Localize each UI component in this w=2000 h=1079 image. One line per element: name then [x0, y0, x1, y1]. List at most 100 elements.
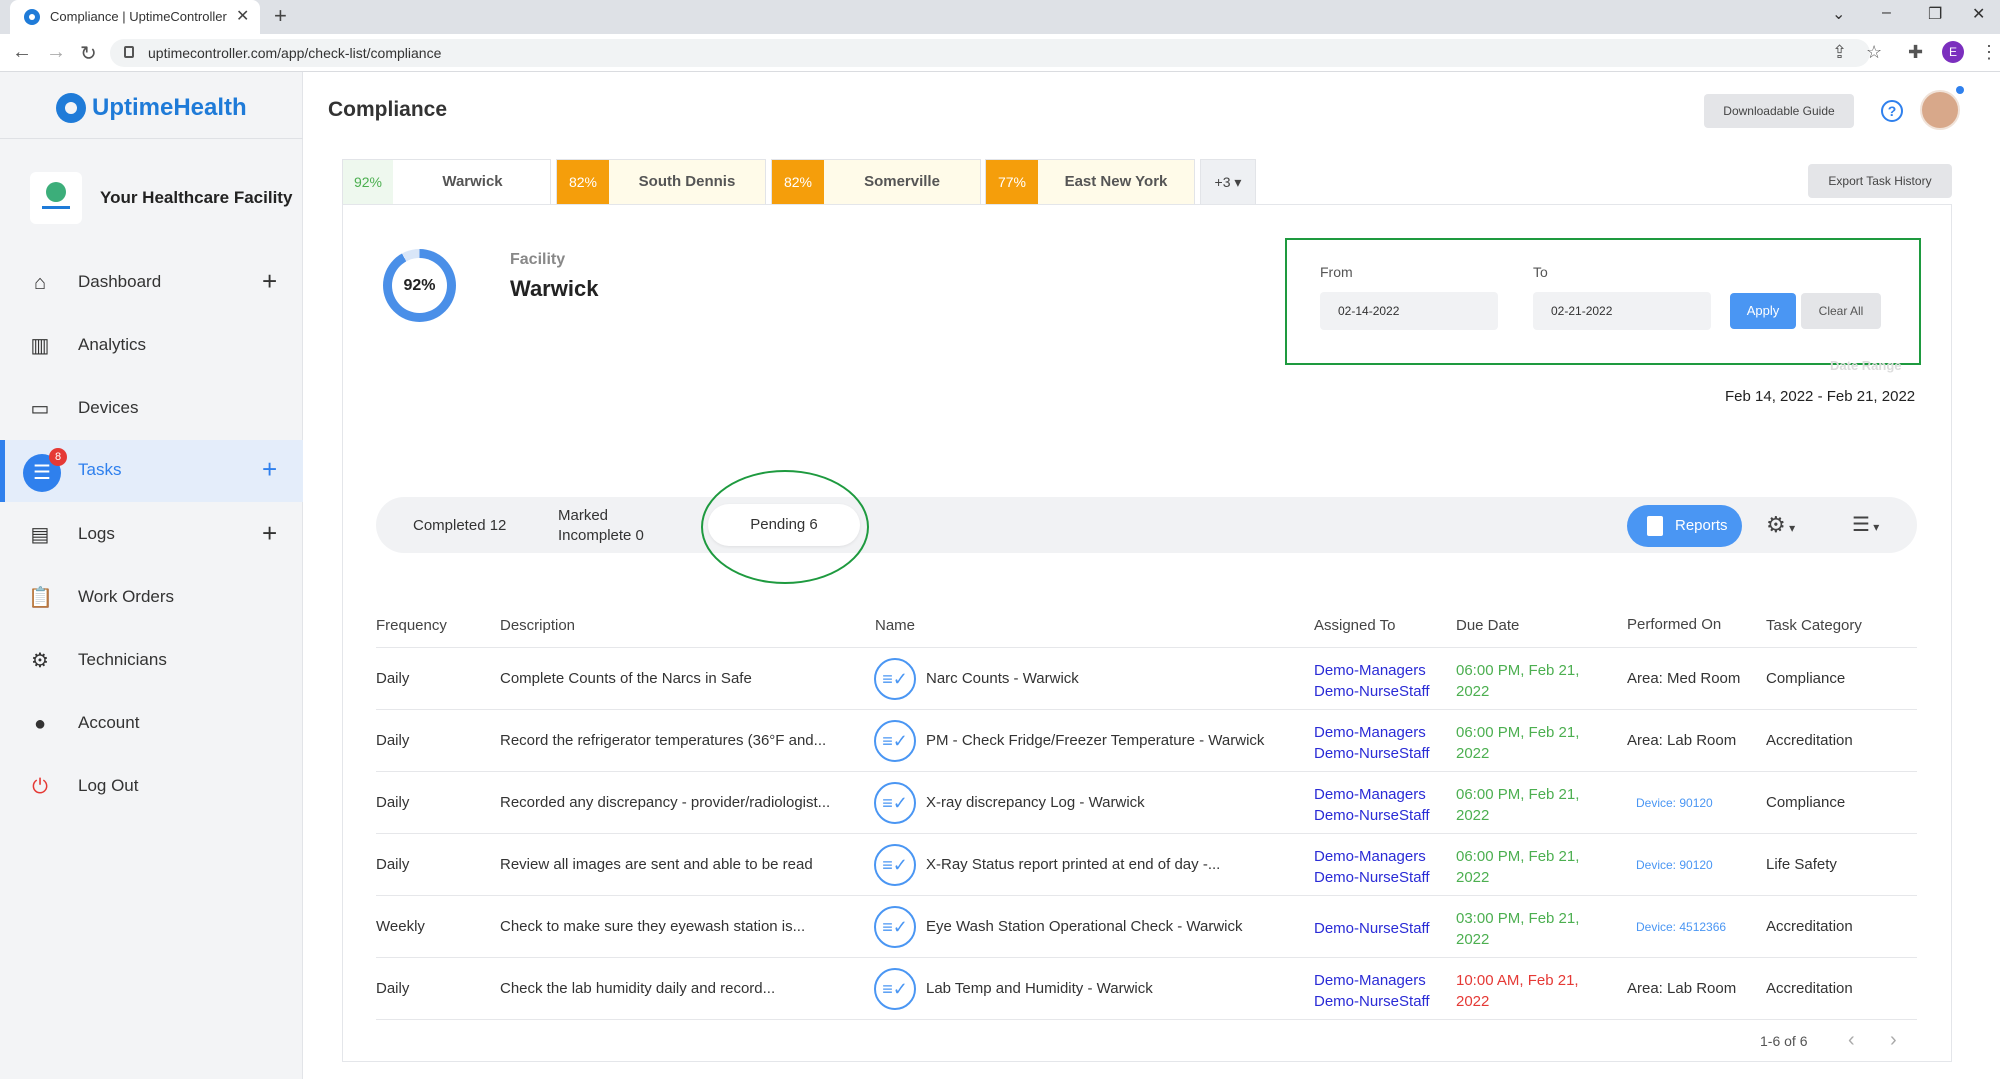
performed-on-device-link[interactable]: Device: 90120	[1636, 796, 1713, 810]
sidebar-item-logs[interactable]: ▤ Logs +	[0, 504, 303, 566]
assignee[interactable]: Demo-Managers	[1314, 786, 1426, 803]
clear-all-button[interactable]: Clear All	[1801, 293, 1881, 329]
apply-button[interactable]: Apply	[1730, 293, 1796, 329]
facility-tab-east-new-york[interactable]: 77% East New York	[985, 159, 1195, 205]
facility-tab-somerville[interactable]: 82% Somerville	[771, 159, 981, 205]
restore-icon[interactable]: ❐	[1928, 4, 1942, 24]
filter-dropdown[interactable]: ☰ ▾	[1852, 512, 1879, 537]
task-checklist-icon[interactable]: ≡✓	[874, 844, 916, 886]
to-date-input[interactable]	[1533, 292, 1711, 330]
profile-avatar[interactable]: E	[1942, 41, 1964, 63]
add-task-icon[interactable]: +	[262, 454, 277, 485]
tab-search-icon[interactable]: ⌄	[1832, 4, 1845, 24]
performed-on-device-link[interactable]: Device: 90120	[1636, 858, 1713, 872]
assignee[interactable]: Demo-NurseStaff	[1314, 869, 1430, 886]
assigned-to-cell[interactable]: Demo-Managers Demo-NurseStaff	[1314, 660, 1430, 702]
reports-label: Reports	[1675, 517, 1728, 534]
task-checklist-icon[interactable]: ≡✓	[874, 968, 916, 1010]
sidebar-item-work-orders[interactable]: 📋 Work Orders	[0, 567, 303, 629]
sidebar-item-dashboard[interactable]: ⌂ Dashboard +	[0, 252, 303, 314]
sidebar-item-tasks[interactable]: ☰ 8 Tasks +	[0, 440, 303, 502]
menu-dots-icon[interactable]: ⋮	[1980, 42, 1998, 63]
column-header-task-category[interactable]: Task Category	[1766, 617, 1862, 634]
task-checklist-icon[interactable]: ≡✓	[874, 906, 916, 948]
assigned-to-cell[interactable]: Demo-Managers Demo-NurseStaff	[1314, 970, 1430, 1012]
task-checklist-icon[interactable]: ≡✓	[874, 658, 916, 700]
completed-filter[interactable]: Completed 12	[413, 517, 506, 534]
sidebar-item-technicians[interactable]: ⚙ Technicians	[0, 630, 303, 692]
forward-icon[interactable]: →	[46, 41, 66, 64]
previous-page-icon[interactable]: ‹	[1848, 1029, 1855, 1052]
column-header-performed-on[interactable]: Performed On	[1627, 616, 1721, 633]
bookmark-star-icon[interactable]: ☆	[1866, 42, 1882, 63]
task-checklist-icon[interactable]: ≡✓	[874, 720, 916, 762]
column-header-description[interactable]: Description	[500, 617, 575, 634]
assigned-to-cell[interactable]: Demo-Managers Demo-NurseStaff	[1314, 784, 1430, 826]
assignee[interactable]: Demo-NurseStaff	[1314, 745, 1430, 762]
sidebar-item-logout[interactable]: ⏻ Log Out	[0, 756, 303, 818]
assigned-to-cell[interactable]: Demo-Managers Demo-NurseStaff	[1314, 722, 1430, 764]
downloadable-guide-button[interactable]: Downloadable Guide	[1704, 94, 1854, 128]
task-name-cell[interactable]: PM - Check Fridge/Freezer Temperature - …	[926, 732, 1264, 749]
next-page-icon[interactable]: ›	[1890, 1029, 1897, 1052]
assigned-to-cell[interactable]: Demo-NurseStaff	[1314, 918, 1430, 939]
sidebar-item-devices[interactable]: ▭ Devices	[0, 378, 303, 440]
assignee[interactable]: Demo-Managers	[1314, 724, 1426, 741]
export-task-history-button[interactable]: Export Task History	[1808, 164, 1952, 198]
browser-tab[interactable]: Compliance | UptimeController ✕	[10, 0, 260, 34]
close-tab-icon[interactable]: ✕	[236, 6, 249, 26]
due-date-cell: 06:00 PM, Feb 21, 2022	[1456, 722, 1579, 764]
frequency-cell: Weekly	[376, 918, 425, 935]
assignee[interactable]: Demo-Managers	[1314, 662, 1426, 679]
table-row[interactable]: Daily Complete Counts of the Narcs in Sa…	[376, 648, 1917, 710]
facility-tab-warwick[interactable]: 92% Warwick	[342, 159, 551, 205]
address-bar[interactable]: uptimecontroller.com/app/check-list/comp…	[110, 39, 1870, 67]
assignee[interactable]: Demo-Managers	[1314, 972, 1426, 989]
table-row[interactable]: Daily Recorded any discrepancy - provide…	[376, 772, 1917, 834]
add-log-icon[interactable]: +	[262, 518, 277, 549]
task-checklist-icon[interactable]: ≡✓	[874, 782, 916, 824]
sidebar-item-analytics[interactable]: ▥ Analytics	[0, 315, 303, 377]
minimize-icon[interactable]: –	[1882, 4, 1891, 22]
back-icon[interactable]: ←	[12, 41, 32, 64]
assignee[interactable]: Demo-NurseStaff	[1314, 683, 1430, 700]
marked-incomplete-filter-line1[interactable]: Marked	[558, 507, 608, 524]
task-name-cell[interactable]: Lab Temp and Humidity - Warwick	[926, 980, 1153, 997]
column-header-name[interactable]: Name	[875, 617, 915, 634]
facility-tab-south-dennis[interactable]: 82% South Dennis	[556, 159, 766, 205]
help-icon[interactable]: ?	[1881, 100, 1903, 122]
facility-switcher[interactable]: Your Healthcare Facility	[30, 172, 300, 228]
assignee[interactable]: Demo-NurseStaff	[1314, 920, 1430, 937]
close-window-icon[interactable]: ✕	[1972, 4, 1985, 24]
task-name-cell[interactable]: X-Ray Status report printed at end of da…	[926, 856, 1220, 873]
reload-icon[interactable]: ↻	[80, 41, 97, 66]
table-row[interactable]: Daily Check the lab humidity daily and r…	[376, 958, 1917, 1020]
task-name-cell[interactable]: Eye Wash Station Operational Check - War…	[926, 918, 1243, 935]
more-facilities-dropdown[interactable]: +3 ▾	[1200, 159, 1256, 205]
table-row[interactable]: Daily Record the refrigerator temperatur…	[376, 710, 1917, 772]
extensions-icon[interactable]: ✚	[1908, 42, 1923, 63]
from-date-input[interactable]	[1320, 292, 1498, 330]
new-tab-icon[interactable]: +	[274, 3, 287, 29]
reports-button[interactable]: Reports	[1627, 505, 1742, 547]
marked-incomplete-filter-line2[interactable]: Incomplete 0	[558, 527, 644, 544]
column-header-assigned-to[interactable]: Assigned To	[1314, 617, 1395, 634]
assignee[interactable]: Demo-NurseStaff	[1314, 807, 1430, 824]
assigned-to-cell[interactable]: Demo-Managers Demo-NurseStaff	[1314, 846, 1430, 888]
column-header-due-date[interactable]: Due Date	[1456, 617, 1519, 634]
table-row[interactable]: Weekly Check to make sure they eyewash s…	[376, 896, 1917, 958]
share-icon[interactable]: ⇪	[1832, 42, 1847, 63]
add-dashboard-icon[interactable]: +	[262, 266, 277, 297]
user-avatar[interactable]	[1920, 90, 1960, 130]
performed-on-device-link[interactable]: Device: 4512366	[1636, 920, 1726, 934]
assignee[interactable]: Demo-Managers	[1314, 848, 1426, 865]
column-header-frequency[interactable]: Frequency	[376, 617, 447, 634]
sidebar-item-account[interactable]: ● Account	[0, 693, 303, 755]
settings-dropdown[interactable]: ⚙ ▾	[1766, 512, 1795, 538]
assignee[interactable]: Demo-NurseStaff	[1314, 993, 1430, 1010]
task-name-cell[interactable]: Narc Counts - Warwick	[926, 670, 1079, 687]
facility-tab-name: Warwick	[442, 173, 503, 190]
sidebar-item-label: Devices	[78, 398, 139, 417]
table-row[interactable]: Daily Review all images are sent and abl…	[376, 834, 1917, 896]
task-name-cell[interactable]: X-ray discrepancy Log - Warwick	[926, 794, 1145, 811]
